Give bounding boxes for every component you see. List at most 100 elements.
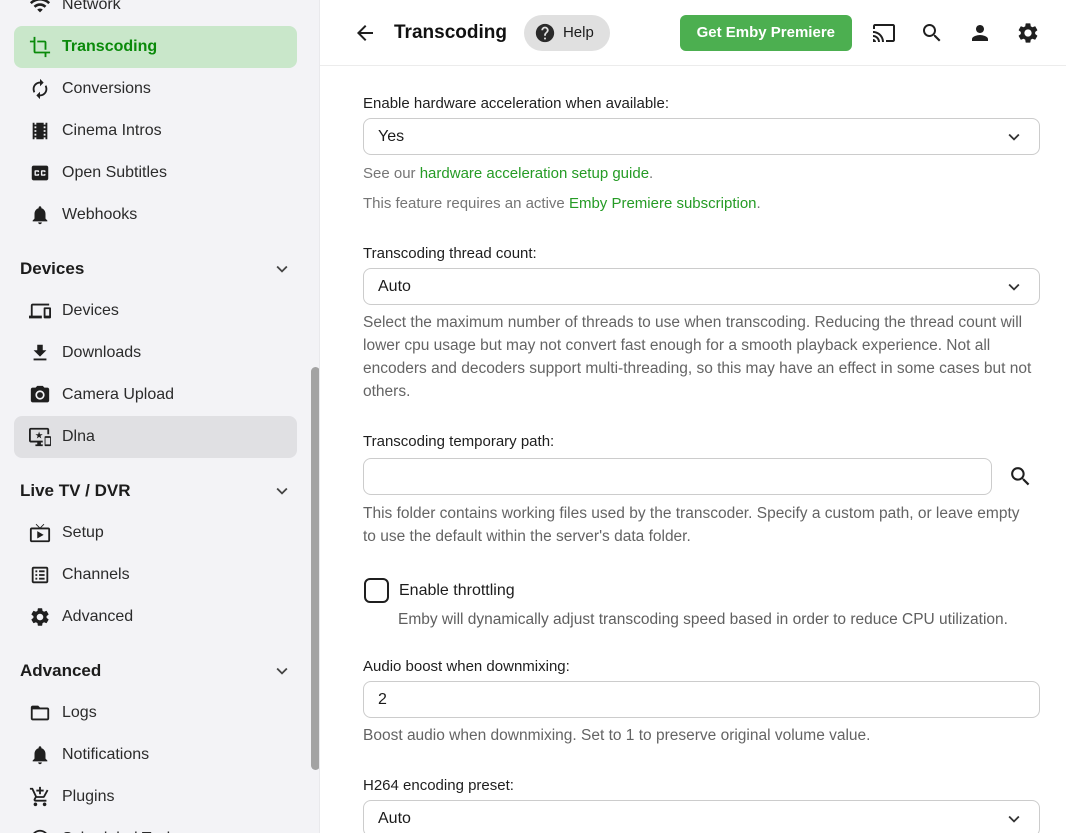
get-emby-premiere-button[interactable]: Get Emby Premiere — [680, 15, 852, 51]
help-icon — [534, 22, 556, 44]
header-actions — [860, 13, 1052, 53]
sidebar-item-label: Transcoding — [62, 38, 157, 56]
hardware-accel-select[interactable]: Yes — [363, 118, 1040, 155]
premiere-text: This feature requires an active — [363, 195, 569, 212]
main-panel: Transcoding Help Get Emby Premiere — [320, 0, 1066, 833]
chevron-down-icon — [271, 480, 293, 502]
field-hardware-acceleration: Enable hardware acceleration when availa… — [363, 95, 1040, 215]
sidebar-item-downloads[interactable]: Downloads — [14, 332, 297, 374]
hardware-accel-value: Yes — [378, 128, 404, 146]
sidebar-item-setup[interactable]: Setup — [14, 512, 297, 554]
thread-count-label: Transcoding thread count: — [363, 245, 1040, 262]
sidebar-item-camera-upload[interactable]: Camera Upload — [14, 374, 297, 416]
throttling-label[interactable]: Enable throttling — [399, 582, 515, 600]
channels-icon — [28, 563, 52, 587]
sidebar-item-notifications[interactable]: Notifications — [14, 734, 297, 776]
sidebar-item-advanced[interactable]: Advanced — [14, 596, 297, 638]
bell-icon — [29, 744, 51, 766]
thread-count-value: Auto — [378, 278, 411, 296]
section-title: Devices — [20, 259, 84, 279]
download-icon — [29, 342, 51, 364]
sidebar-scrollbar[interactable] — [311, 367, 320, 770]
page-title: Transcoding — [394, 22, 507, 44]
dlna-devices-icon — [28, 425, 52, 449]
live-tv-icon — [29, 522, 51, 544]
sidebar-item-channels[interactable]: Channels — [14, 554, 297, 596]
chevron-down-icon — [1003, 808, 1025, 830]
film-icon — [28, 119, 52, 143]
user-button[interactable] — [956, 13, 1004, 53]
sidebar-item-label: Conversions — [62, 80, 151, 98]
sidebar-item-label: Logs — [62, 704, 97, 722]
search-button[interactable] — [908, 13, 956, 53]
emby-premiere-link[interactable]: Emby Premiere subscription — [569, 195, 757, 212]
help-button-label: Help — [563, 24, 594, 41]
thread-count-select[interactable]: Auto — [363, 268, 1040, 305]
header-bar: Transcoding Help Get Emby Premiere — [320, 0, 1066, 66]
audio-boost-label: Audio boost when downmixing: — [363, 658, 1040, 675]
cast-icon — [872, 21, 896, 45]
sidebar-item-label: Camera Upload — [62, 386, 174, 404]
sidebar-item-webhooks[interactable]: Webhooks — [14, 194, 297, 236]
sync-icon — [28, 77, 52, 101]
help-button[interactable]: Help — [524, 15, 610, 51]
sidebar-item-cinema-intros[interactable]: Cinema Intros — [14, 110, 297, 152]
person-icon — [968, 21, 992, 45]
sidebar-item-network[interactable]: Network — [14, 0, 297, 26]
temp-path-description: This folder contains working files used … — [363, 502, 1023, 548]
sidebar-section-live-tv-dvr[interactable]: Live TV / DVR — [0, 470, 319, 512]
help-text: See our — [363, 165, 420, 182]
sidebar-item-scheduled-tasks[interactable]: Scheduled Tasks — [14, 818, 297, 833]
back-button[interactable] — [347, 15, 383, 51]
sidebar-item-label: Devices — [62, 302, 119, 320]
sidebar-section-devices[interactable]: Devices — [0, 248, 319, 290]
sidebar-item-dlna[interactable]: Dlna — [14, 416, 297, 458]
enable-throttling-checkbox[interactable] — [364, 578, 389, 603]
audio-boost-description: Boost audio when downmixing. Set to 1 to… — [363, 724, 1023, 747]
h264-preset-label: H264 encoding preset: — [363, 777, 1040, 794]
sidebar-item-label: Webhooks — [62, 206, 137, 224]
app-window: Network Transcoding Conversions Cinema Intr… — [0, 0, 1066, 833]
audio-boost-input[interactable] — [363, 681, 1040, 718]
gear-icon — [28, 605, 52, 629]
bell-icon — [28, 743, 52, 767]
sidebar-item-transcoding[interactable]: Transcoding — [14, 26, 297, 68]
wifi-icon — [28, 0, 52, 17]
folder-icon — [29, 702, 51, 724]
cart-plus-icon — [29, 786, 51, 808]
closed-caption-icon — [29, 162, 51, 184]
sidebar-item-devices[interactable]: Devices — [14, 290, 297, 332]
cart-plus-icon — [28, 785, 52, 809]
chevron-down-icon — [271, 258, 293, 280]
sidebar-item-label: Plugins — [62, 788, 114, 806]
browse-path-button[interactable] — [1000, 456, 1040, 496]
sidebar-item-conversions[interactable]: Conversions — [14, 68, 297, 110]
premiere-text-suffix: . — [757, 195, 761, 212]
sidebar-section-advanced[interactable]: Advanced — [0, 650, 319, 692]
temp-path-input[interactable] — [363, 458, 992, 495]
chevron-down-icon — [1003, 126, 1025, 148]
devices-icon — [29, 300, 51, 322]
sidebar-item-label: Advanced — [62, 608, 133, 626]
field-throttling: Enable throttling Emby will dynamically … — [363, 578, 1040, 631]
sidebar-item-open-subtitles[interactable]: Open Subtitles — [14, 152, 297, 194]
sidebar-item-logs[interactable]: Logs — [14, 692, 297, 734]
hardware-accel-guide-link[interactable]: hardware acceleration setup guide — [420, 165, 649, 182]
field-h264-preset: H264 encoding preset: Auto Choose a fast… — [363, 777, 1040, 833]
sidebar: Network Transcoding Conversions Cinema Intr… — [0, 0, 320, 833]
sidebar-item-label: Cinema Intros — [62, 122, 162, 140]
bell-icon — [28, 203, 52, 227]
sidebar-item-label: Open Subtitles — [62, 164, 167, 182]
h264-preset-value: Auto — [378, 810, 411, 828]
search-icon — [920, 21, 944, 45]
cast-button[interactable] — [860, 13, 908, 53]
sidebar-item-label: Dlna — [62, 428, 95, 446]
chevron-down-icon — [1003, 276, 1025, 298]
sidebar-item-label: Downloads — [62, 344, 141, 362]
settings-button[interactable] — [1004, 13, 1052, 53]
crop-icon — [28, 35, 52, 59]
channels-icon — [29, 564, 51, 586]
premiere-requirement: This feature requires an active Emby Pre… — [363, 192, 1040, 215]
sidebar-item-plugins[interactable]: Plugins — [14, 776, 297, 818]
h264-preset-select[interactable]: Auto — [363, 800, 1040, 833]
